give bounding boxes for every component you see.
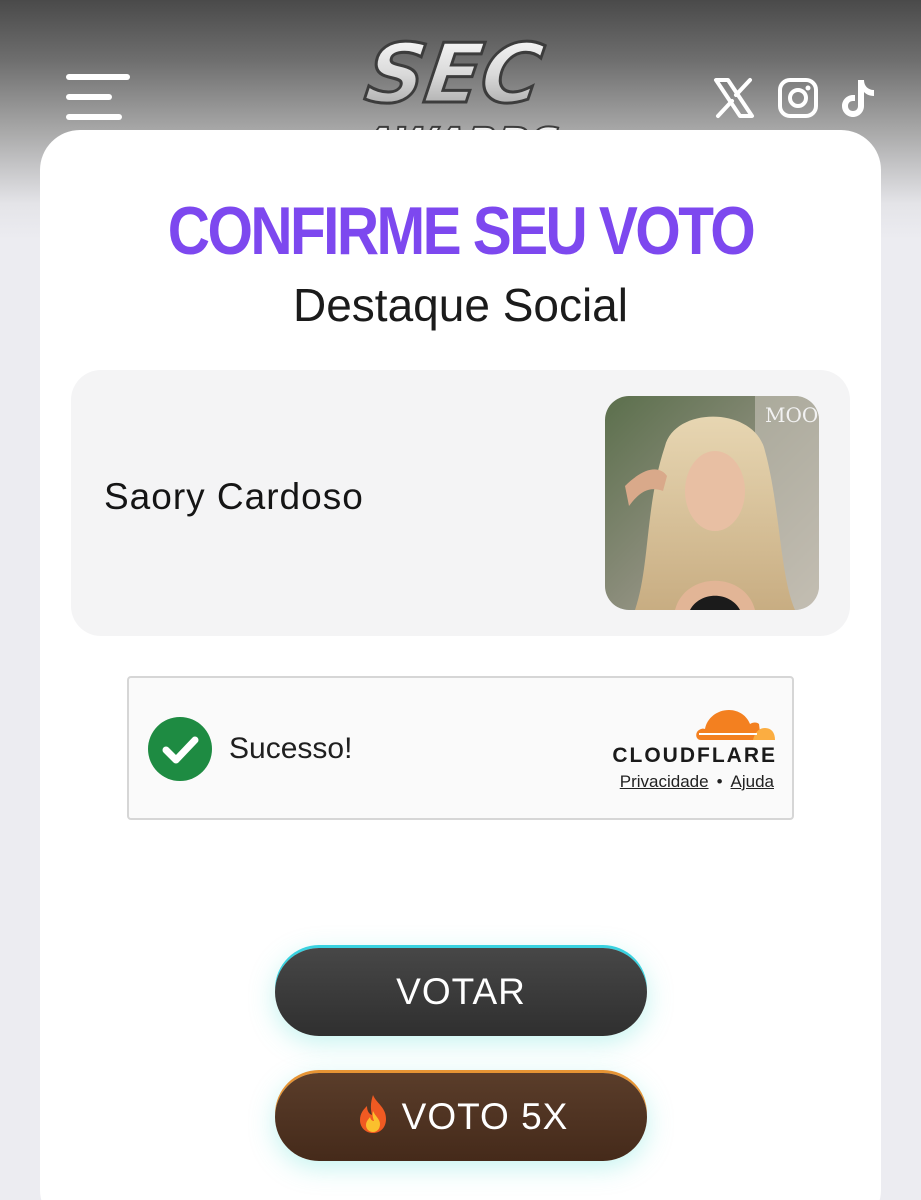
fire-icon bbox=[359, 1095, 386, 1133]
nominee-photo: MOOD bbox=[605, 396, 819, 610]
tiktok-icon[interactable] bbox=[836, 76, 880, 120]
nominee-name: Saory Cardoso bbox=[104, 476, 364, 517]
link-separator: • bbox=[716, 772, 723, 791]
hamburger-menu-icon[interactable] bbox=[64, 74, 130, 122]
instagram-icon[interactable] bbox=[776, 76, 820, 120]
cloudflare-cloud-icon bbox=[696, 710, 775, 740]
cloudflare-wordmark: CLOUDFLARE bbox=[612, 744, 777, 767]
privacy-link[interactable]: Privacidade bbox=[620, 772, 709, 791]
page-title: CONFIRME SEU VOTO bbox=[167, 193, 756, 269]
captcha-links: Privacidade • Ajuda bbox=[620, 772, 774, 792]
captcha-status: Sucesso! bbox=[229, 732, 353, 765]
nominee-card: Saory Cardoso MOOD bbox=[71, 370, 850, 636]
vote-button-label: VOTAR bbox=[396, 971, 526, 1012]
vote-button[interactable]: VOTAR bbox=[275, 948, 647, 1036]
help-link[interactable]: Ajuda bbox=[731, 772, 774, 791]
vote-5x-button-label: VOTO 5X bbox=[401, 1096, 569, 1137]
vote-confirmation-card: CONFIRME SEU VOTO Destaque Social Saory … bbox=[40, 130, 881, 1200]
success-check-icon bbox=[147, 716, 213, 782]
cloudflare-captcha-widget[interactable]: Sucesso! CLOUDFLARE Privacidade • Ajuda bbox=[127, 676, 794, 820]
x-icon[interactable] bbox=[712, 76, 756, 120]
svg-text:SEC: SEC bbox=[360, 27, 549, 122]
category-title: Destaque Social bbox=[293, 279, 628, 331]
svg-text:MOOD: MOOD bbox=[765, 403, 819, 427]
vote-5x-button[interactable]: VOTO 5X bbox=[275, 1073, 647, 1161]
